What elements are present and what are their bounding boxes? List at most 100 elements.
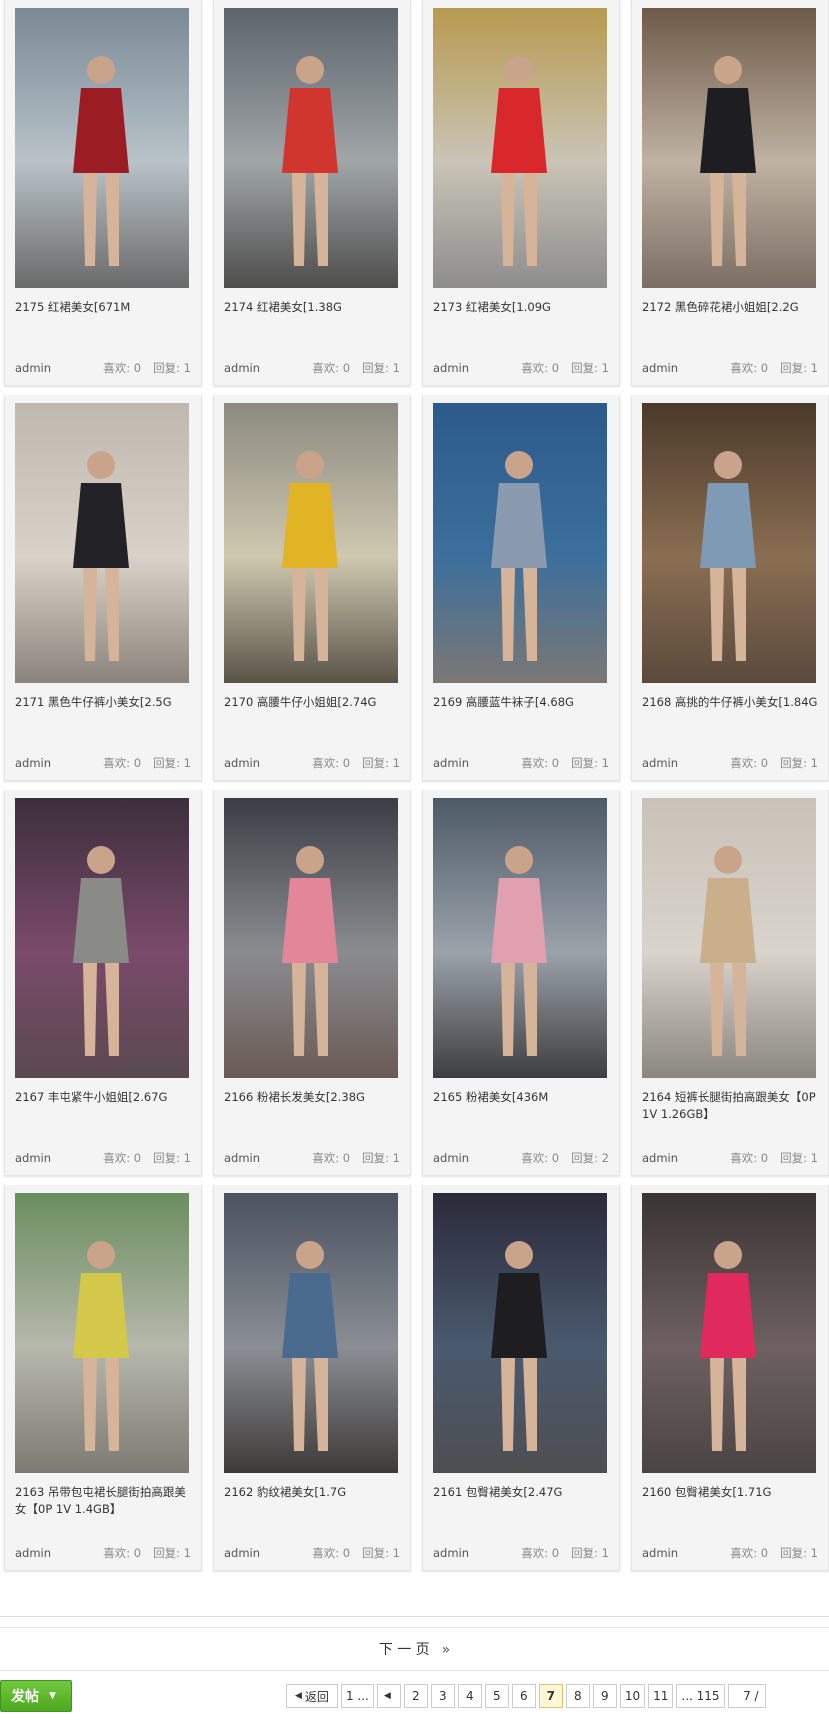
thread-thumbnail[interactable] — [433, 1193, 607, 1473]
thread-title[interactable]: 2171 黑色牛仔裤小美女[2.5G — [15, 694, 197, 711]
thread-title[interactable]: 2166 粉裙长发美女[2.38G — [224, 1089, 406, 1106]
thread-thumbnail[interactable] — [224, 8, 398, 288]
thread-card[interactable]: 2163 吊带包屯裙长腿街拍高跟美女【0P 1V 1.4GB】 admin 喜欢: … — [4, 1185, 202, 1571]
page-current[interactable]: 7 — [538, 1684, 563, 1708]
next-page-link[interactable]: 下 一 页 » — [0, 1639, 829, 1659]
page-numbers: 2 3 4 5 6 7 8 9 10 11 — [403, 1684, 674, 1710]
thread-title[interactable]: 2160 包臀裙美女[1.71G — [642, 1484, 824, 1501]
thread-card[interactable]: 2172 黑色碎花裙小姐姐[2.2G admin 喜欢: 0 回复: 1 — [631, 0, 829, 386]
page-number[interactable]: 2 — [403, 1684, 428, 1708]
thread-title[interactable]: 2168 高挑的牛仔裤小美女[1.84G — [642, 694, 824, 711]
page-number[interactable]: 3 — [430, 1684, 455, 1708]
replies-count: 回复: 1 — [362, 756, 400, 770]
replies-count: 回复: 1 — [153, 1546, 191, 1560]
thread-title[interactable]: 2175 红裙美女[671M — [15, 299, 197, 316]
thread-card[interactable]: 2161 包臀裙美女[2.47G admin 喜欢: 0 回复: 1 — [422, 1185, 620, 1571]
thread-card[interactable]: 2165 粉裙美女[436M admin 喜欢: 0 回复: 2 — [422, 790, 620, 1176]
thread-author[interactable]: admin — [642, 1546, 678, 1560]
thread-author[interactable]: admin — [433, 361, 469, 375]
thread-author[interactable]: admin — [642, 1151, 678, 1165]
thread-title[interactable]: 2174 红裙美女[1.38G — [224, 299, 406, 316]
thread-thumbnail[interactable] — [642, 8, 816, 288]
thread-author[interactable]: admin — [433, 756, 469, 770]
thread-thumbnail[interactable] — [224, 798, 398, 1078]
thread-title[interactable]: 2173 红裙美女[1.09G — [433, 299, 615, 316]
page-number[interactable]: 10 — [619, 1684, 646, 1708]
thread-thumbnail[interactable] — [15, 403, 189, 683]
back-button[interactable]: ◀ 返回 — [286, 1684, 338, 1708]
thread-author[interactable]: admin — [15, 756, 51, 770]
replies-count: 回复: 1 — [571, 361, 609, 375]
thread-card[interactable]: 2167 丰屯紧牛小姐姐[2.67G admin 喜欢: 0 回复: 1 — [4, 790, 202, 1176]
thread-card[interactable]: 2170 高腰牛仔小姐姐[2.74G admin 喜欢: 0 回复: 1 — [213, 395, 411, 781]
thread-author[interactable]: admin — [642, 361, 678, 375]
likes-count: 喜欢: 0 — [730, 1546, 769, 1560]
page-number[interactable]: 11 — [648, 1684, 674, 1708]
thread-card[interactable]: 2164 短裤长腿街拍高跟美女【0P 1V 1.26GB】 admin 喜欢: 0 回… — [631, 790, 829, 1176]
divider — [0, 1670, 829, 1671]
thread-author[interactable]: admin — [433, 1151, 469, 1165]
thread-thumbnail[interactable] — [642, 1193, 816, 1473]
thread-thumbnail[interactable] — [642, 403, 816, 683]
thread-author[interactable]: admin — [15, 1546, 51, 1560]
page-number[interactable]: 9 — [592, 1684, 617, 1708]
page-number[interactable]: 4 — [457, 1684, 482, 1708]
page-last[interactable]: ... 115 — [676, 1684, 725, 1708]
page-number[interactable]: 5 — [484, 1684, 509, 1708]
thread-card[interactable]: 2168 高挑的牛仔裤小美女[1.84G admin 喜欢: 0 回复: 1 — [631, 395, 829, 781]
thread-title[interactable]: 2162 豹纹裙美女[1.7G — [224, 1484, 406, 1501]
thread-title[interactable]: 2172 黑色碎花裙小姐姐[2.2G — [642, 299, 824, 316]
thread-title[interactable]: 2169 高腰蓝牛袜子[4.68G — [433, 694, 615, 711]
thread-card[interactable]: 2166 粉裙长发美女[2.38G admin 喜欢: 0 回复: 1 — [213, 790, 411, 1176]
thread-card[interactable]: 2175 红裙美女[671M admin 喜欢: 0 回复: 1 — [4, 0, 202, 386]
thread-title[interactable]: 2161 包臀裙美女[2.47G — [433, 1484, 615, 1501]
thread-stats: 喜欢: 0 回复: 2 — [521, 1151, 609, 1165]
likes-count: 喜欢: 0 — [521, 756, 560, 770]
thread-stats: 喜欢: 0 回复: 1 — [730, 1151, 818, 1165]
replies-count: 回复: 1 — [780, 361, 818, 375]
thread-author[interactable]: admin — [224, 1546, 260, 1560]
likes-count: 喜欢: 0 — [521, 1151, 560, 1165]
next-page-label[interactable]: 下 一 页 — [379, 1642, 430, 1658]
thread-author[interactable]: admin — [224, 756, 260, 770]
thread-author[interactable]: admin — [224, 361, 260, 375]
thread-title[interactable]: 2170 高腰牛仔小姐姐[2.74G — [224, 694, 406, 711]
thread-title[interactable]: 2167 丰屯紧牛小姐姐[2.67G — [15, 1089, 197, 1106]
likes-count: 喜欢: 0 — [312, 1151, 351, 1165]
thread-thumbnail[interactable] — [642, 798, 816, 1078]
thread-stats: 喜欢: 0 回复: 1 — [521, 1546, 609, 1560]
thread-thumbnail[interactable] — [433, 8, 607, 288]
thread-title[interactable]: 2164 短裤长腿街拍高跟美女【0P 1V 1.26GB】 — [642, 1089, 824, 1123]
replies-count: 回复: 1 — [571, 1546, 609, 1560]
thread-thumbnail[interactable] — [15, 798, 189, 1078]
page-jump-input[interactable]: 7 / — [727, 1684, 766, 1708]
thread-author[interactable]: admin — [642, 756, 678, 770]
thread-thumbnail[interactable] — [224, 1193, 398, 1473]
double-chevron-right-icon[interactable]: » — [442, 1642, 451, 1658]
thread-stats: 喜欢: 0 回复: 1 — [312, 756, 400, 770]
page-number[interactable]: 8 — [565, 1684, 590, 1708]
page-jump-value: 7 — [743, 1689, 751, 1703]
thread-thumbnail[interactable] — [15, 8, 189, 288]
thread-author[interactable]: admin — [433, 1546, 469, 1560]
thread-card[interactable]: 2173 红裙美女[1.09G admin 喜欢: 0 回复: 1 — [422, 0, 620, 386]
thread-card[interactable]: 2171 黑色牛仔裤小美女[2.5G admin 喜欢: 0 回复: 1 — [4, 395, 202, 781]
thread-card[interactable]: 2162 豹纹裙美女[1.7G admin 喜欢: 0 回复: 1 — [213, 1185, 411, 1571]
thread-card[interactable]: 2174 红裙美女[1.38G admin 喜欢: 0 回复: 1 — [213, 0, 411, 386]
prev-page-button[interactable]: ◀ — [376, 1684, 401, 1708]
thread-title[interactable]: 2163 吊带包屯裙长腿街拍高跟美女【0P 1V 1.4GB】 — [15, 1484, 197, 1518]
thread-thumbnail[interactable] — [433, 403, 607, 683]
thread-thumbnail[interactable] — [224, 403, 398, 683]
page-number[interactable]: 6 — [511, 1684, 536, 1708]
thread-author[interactable]: admin — [15, 361, 51, 375]
thread-author[interactable]: admin — [224, 1151, 260, 1165]
thread-thumbnail[interactable] — [433, 798, 607, 1078]
thread-stats: 喜欢: 0 回复: 1 — [103, 361, 191, 375]
page-first[interactable]: 1 ... — [340, 1684, 374, 1708]
thread-card[interactable]: 2169 高腰蓝牛袜子[4.68G admin 喜欢: 0 回复: 1 — [422, 395, 620, 781]
thread-thumbnail[interactable] — [15, 1193, 189, 1473]
thread-title[interactable]: 2165 粉裙美女[436M — [433, 1089, 615, 1106]
post-button[interactable]: 发帖 ▼ — [0, 1680, 72, 1712]
thread-author[interactable]: admin — [15, 1151, 51, 1165]
thread-card[interactable]: 2160 包臀裙美女[1.71G admin 喜欢: 0 回复: 1 — [631, 1185, 829, 1571]
